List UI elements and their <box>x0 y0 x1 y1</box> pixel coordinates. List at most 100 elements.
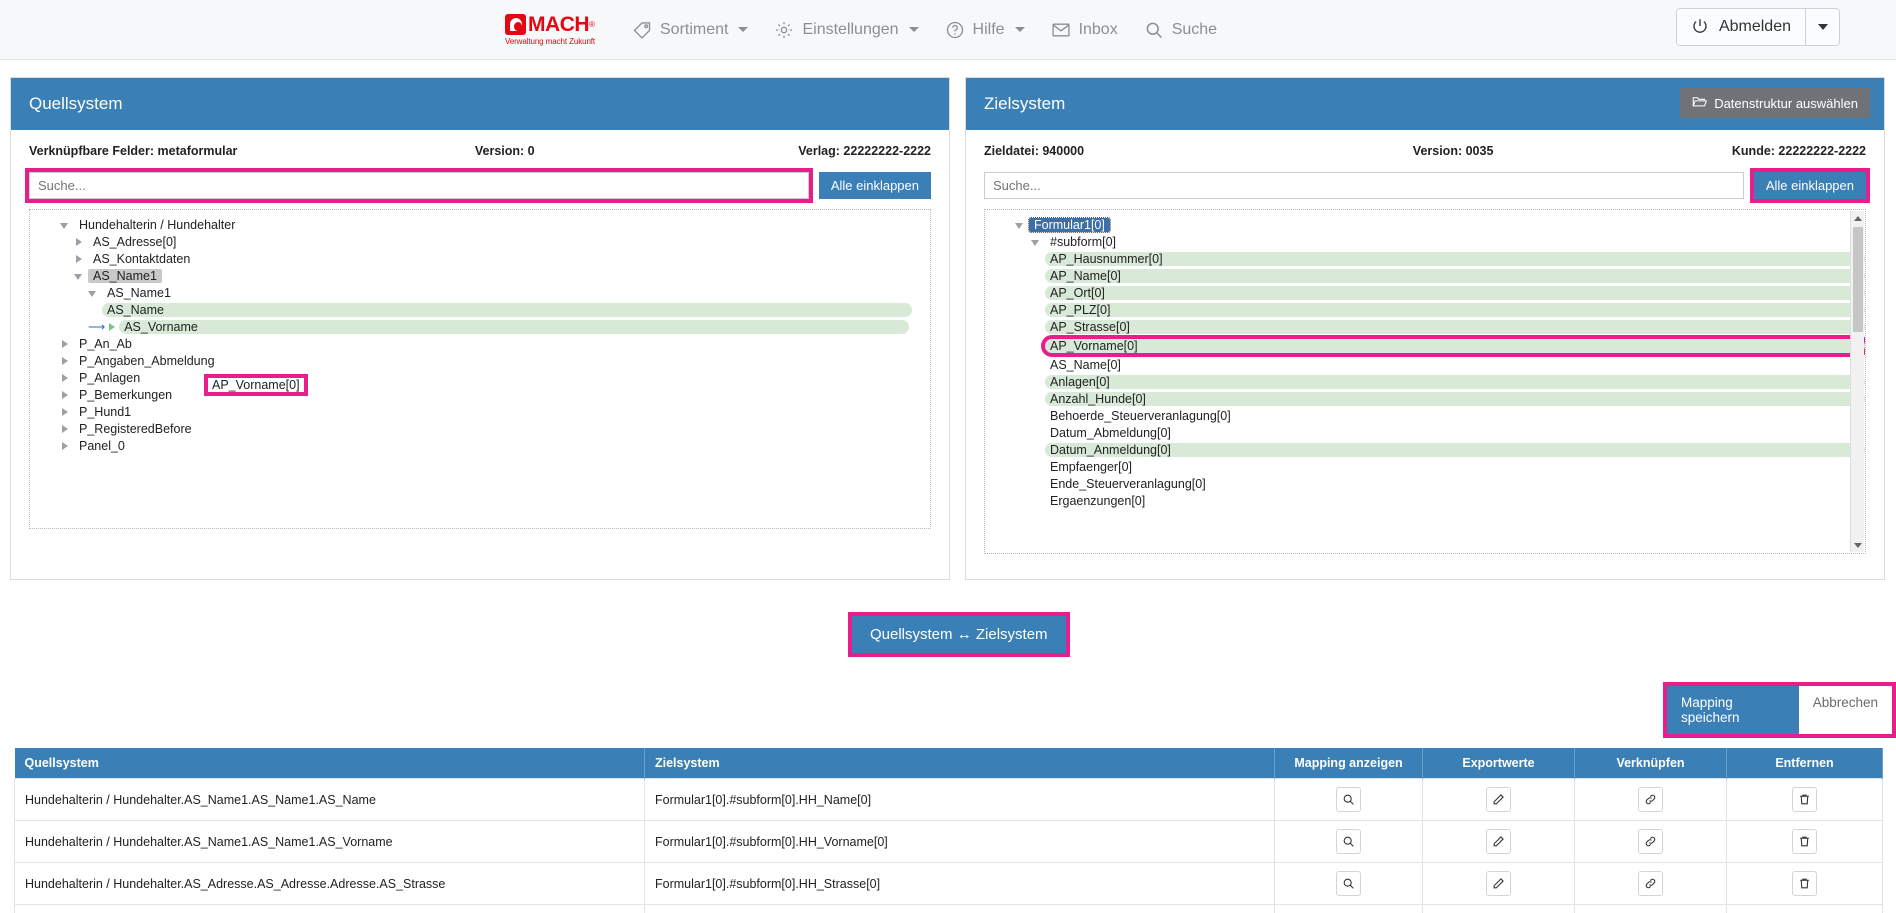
export-values-button[interactable] <box>1486 829 1511 854</box>
tree-node-mapped[interactable]: ⟶ AS_Vorname <box>40 318 930 335</box>
tree-node[interactable]: AS_Adresse[0] <box>40 233 930 250</box>
chevron-right-icon[interactable] <box>74 237 84 247</box>
tree-node[interactable]: Empfaenger[0] <box>1001 458 1865 475</box>
tree-node-label: P_Angaben_Abmeldung <box>79 353 215 368</box>
show-mapping-button[interactable] <box>1336 787 1361 812</box>
source-fields-label: Verknüpfbare Felder: metaformular <box>29 144 238 158</box>
tree-node-drop-target[interactable]: AP_Vorname[0] <box>1001 334 1865 357</box>
nav-item-sortiment-label: Sortiment <box>660 20 729 38</box>
tree-node[interactable]: P_Hund1 <box>40 403 930 420</box>
tree-node-mapped[interactable]: AP_PLZ[0] <box>1001 301 1865 318</box>
mapping-arrow-icon: ⟶ <box>88 319 106 334</box>
chevron-down-icon[interactable] <box>1015 220 1025 230</box>
tree-node-mapped[interactable]: AS_Name <box>40 301 930 318</box>
chevron-down-icon[interactable] <box>88 288 98 298</box>
tree-node[interactable]: Behoerde_Steuerveranlagung[0] <box>1001 407 1865 424</box>
tree-node[interactable]: P_Angaben_Abmeldung <box>40 352 930 369</box>
source-tree[interactable]: Hundehalterin / Hundehalter AS_Adresse[0… <box>29 209 931 529</box>
row-delete-cell <box>1726 820 1883 863</box>
table-row[interactable]: Hundehalterin / Hundehalter.AS_Adresse.A… <box>14 904 1883 913</box>
tree-node-selected[interactable]: Formular1[0] <box>1001 216 1865 233</box>
nav-item-inbox[interactable]: Inbox <box>1051 20 1118 40</box>
tree-node-mapped[interactable]: Anzahl_Hunde[0] <box>1001 390 1865 407</box>
chevron-right-icon[interactable] <box>60 373 70 383</box>
show-mapping-button[interactable] <box>1336 829 1361 854</box>
tree-node[interactable]: AS_Kontaktdaten <box>40 250 930 267</box>
delete-button[interactable] <box>1792 871 1817 896</box>
target-tree-scrollbar[interactable] <box>1850 211 1864 552</box>
save-mapping-button[interactable]: Mapping speichern <box>1667 686 1799 734</box>
triangle-down-icon <box>1854 542 1862 548</box>
nav-item-einstellungen[interactable]: Einstellungen <box>774 20 919 40</box>
scroll-down-button[interactable] <box>1851 538 1865 552</box>
tree-node-label: P_RegisteredBefore <box>79 421 192 436</box>
table-row[interactable]: Hundehalterin / Hundehalter.AS_Name1.AS_… <box>14 820 1883 863</box>
tree-node-mapped[interactable]: AP_Strasse[0] <box>1001 318 1865 335</box>
link-button[interactable] <box>1638 871 1663 896</box>
tree-node[interactable]: P_Anlagen <box>40 369 930 386</box>
source-search-input[interactable] <box>25 168 813 203</box>
mach-logo-mark-icon <box>505 13 527 35</box>
target-tree[interactable]: Formular1[0] #subform[0] AP_Hausnummer[0… <box>984 209 1866 554</box>
target-panel-meta: Zieldatei: 940000 Version: 0035 Kunde: 2… <box>966 130 1884 172</box>
delete-button[interactable] <box>1792 787 1817 812</box>
chevron-right-icon[interactable] <box>60 356 70 366</box>
tree-node-label: Datum_Abmeldung[0] <box>1050 425 1171 440</box>
chevron-right-icon[interactable] <box>74 254 84 264</box>
table-row[interactable]: Hundehalterin / Hundehalter.AS_Name1.AS_… <box>14 778 1883 821</box>
chevron-right-icon[interactable] <box>60 339 70 349</box>
target-search-input[interactable] <box>984 172 1744 199</box>
chevron-right-icon[interactable] <box>60 390 70 400</box>
target-panel: Zielsystem Datenstruktur auswählen Zield… <box>965 77 1885 580</box>
column-header-mapping-anzeigen: Mapping anzeigen <box>1274 748 1423 779</box>
tree-node[interactable]: Hundehalterin / Hundehalter <box>40 216 930 233</box>
chevron-down-icon[interactable] <box>1031 237 1041 247</box>
target-collapse-all-button[interactable]: Alle einklappen <box>1749 168 1871 203</box>
tree-node-mapped[interactable]: Anlagen[0] <box>1001 373 1865 390</box>
nav-item-suche[interactable]: Suche <box>1144 20 1217 40</box>
tree-node[interactable]: Panel_0 <box>40 437 930 454</box>
tree-node[interactable]: P_RegisteredBefore <box>40 420 930 437</box>
tree-node-mapped[interactable]: AP_Hausnummer[0] <box>1001 250 1865 267</box>
tree-node[interactable]: #subform[0] <box>1001 233 1865 250</box>
show-mapping-button[interactable] <box>1336 871 1361 896</box>
tree-node-mapped[interactable]: Datum_Anmeldung[0] <box>1001 441 1865 458</box>
link-button[interactable] <box>1638 829 1663 854</box>
tree-node[interactable]: AS_Name[0] <box>1001 356 1865 373</box>
tree-node[interactable]: Datum_Abmeldung[0] <box>1001 424 1865 441</box>
row-link-cell <box>1574 904 1727 913</box>
tree-node-selected[interactable]: AS_Name1 <box>40 267 930 284</box>
chevron-right-icon[interactable] <box>60 441 70 451</box>
cancel-button[interactable]: Abbrechen <box>1798 686 1892 734</box>
chevron-down-icon[interactable] <box>74 271 84 281</box>
delete-button[interactable] <box>1792 829 1817 854</box>
tree-node-mapped[interactable]: AP_Name[0] <box>1001 267 1865 284</box>
save-cancel-group: Mapping speichern Abbrechen <box>1663 682 1896 738</box>
triangle-up-icon <box>1854 215 1862 221</box>
chevron-down-icon[interactable] <box>60 220 70 230</box>
tree-node-mapped[interactable]: AP_Ort[0] <box>1001 284 1865 301</box>
mapping-table-body: Hundehalterin / Hundehalter.AS_Name1.AS_… <box>14 778 1883 913</box>
chevron-right-icon[interactable] <box>60 424 70 434</box>
tree-node[interactable]: P_Bemerkungen <box>40 386 930 403</box>
logout-button[interactable]: Abmelden <box>1676 9 1805 45</box>
source-collapse-all-button[interactable]: Alle einklappen <box>818 172 931 199</box>
logout-dropdown-button[interactable] <box>1805 9 1839 45</box>
tree-node-label: AP_Vorname[0] <box>1041 334 1865 357</box>
scrollbar-thumb[interactable] <box>1853 227 1863 332</box>
table-row[interactable]: Hundehalterin / Hundehalter.AS_Adresse.A… <box>14 862 1883 905</box>
chevron-right-icon[interactable] <box>107 322 117 332</box>
link-button[interactable] <box>1638 787 1663 812</box>
export-values-button[interactable] <box>1486 787 1511 812</box>
tree-node[interactable]: Ende_Steuerveranlagung[0] <box>1001 475 1865 492</box>
select-data-structure-button[interactable]: Datenstruktur auswählen <box>1680 88 1870 118</box>
swap-systems-button[interactable]: Quellsystem ↔ Zielsystem <box>852 616 1066 653</box>
scroll-up-button[interactable] <box>1851 211 1865 225</box>
chevron-right-icon[interactable] <box>60 407 70 417</box>
tree-node[interactable]: P_An_Ab <box>40 335 930 352</box>
nav-item-hilfe[interactable]: Hilfe <box>945 20 1025 40</box>
nav-item-sortiment[interactable]: Sortiment <box>632 20 749 40</box>
export-values-button[interactable] <box>1486 871 1511 896</box>
tree-node[interactable]: Ergaenzungen[0] <box>1001 492 1865 509</box>
tree-node[interactable]: AS_Name1 <box>40 284 930 301</box>
